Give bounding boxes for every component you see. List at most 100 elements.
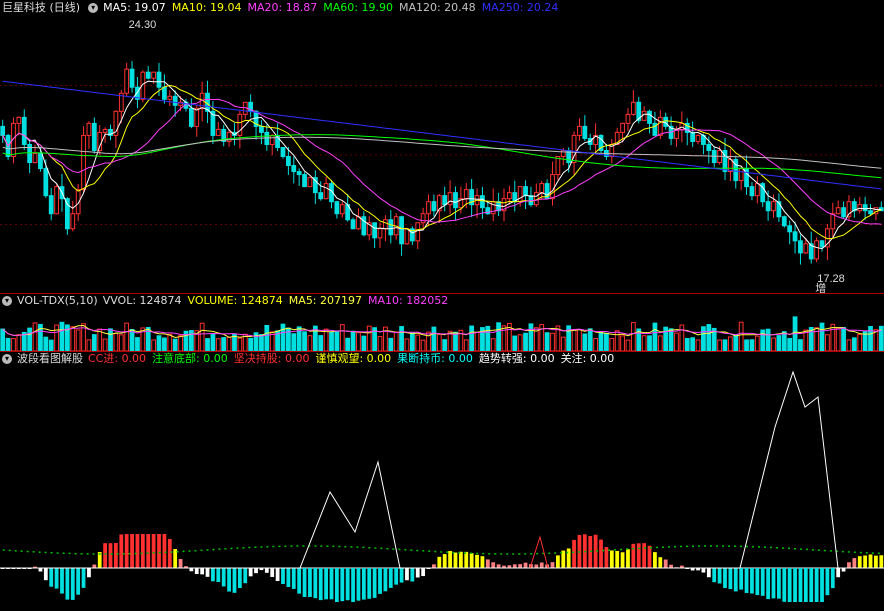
candle-body <box>754 183 760 197</box>
volume-bar <box>517 334 523 351</box>
volume-bar <box>706 324 712 351</box>
stock-title[interactable]: 巨星科技 (日线) <box>2 0 80 16</box>
candle-body <box>285 156 291 167</box>
vol-legend-item-3: MA10: 182052 <box>368 294 449 307</box>
volume-bar <box>781 331 787 351</box>
candle-body <box>269 134 275 145</box>
indicator-bar <box>448 550 452 568</box>
indicator-bar <box>825 568 830 596</box>
volume-bar <box>393 331 399 351</box>
indicator-bar <box>857 556 862 568</box>
volume-bar <box>598 331 604 351</box>
indicator-bar <box>437 556 442 568</box>
indicator-bar <box>453 552 458 568</box>
indicator-bar <box>712 568 717 583</box>
volume-bar <box>727 336 733 351</box>
indicator-bar <box>653 552 657 568</box>
candle-body <box>738 168 744 182</box>
volume-bar <box>86 339 92 351</box>
volume-bar <box>54 324 59 351</box>
candle-body <box>630 101 636 115</box>
volume-bar <box>647 335 652 351</box>
indicator-bar <box>221 568 226 587</box>
volume-bar <box>868 326 873 351</box>
indicator-bar <box>356 568 361 601</box>
volume-bar <box>733 334 739 351</box>
spike-line <box>529 535 549 569</box>
candle-body <box>727 159 733 173</box>
indicator-bar <box>297 568 302 594</box>
indicator-bar <box>760 568 765 596</box>
indicator-bar <box>728 568 733 590</box>
candle-body <box>404 228 410 245</box>
vol-legend-item-1: VOLUME: 124874 <box>187 294 283 307</box>
indicator-bar <box>103 543 107 568</box>
indicator-bar <box>636 543 641 568</box>
volume-bar <box>523 332 528 351</box>
indicator-chart[interactable] <box>0 367 884 611</box>
chevron-down-icon[interactable]: ▾ <box>88 3 99 13</box>
indicator-bar <box>750 568 754 594</box>
volume-bar <box>102 338 108 351</box>
indicator-bar <box>599 539 603 568</box>
indicator-bar <box>194 568 199 574</box>
volume-bar <box>738 321 744 351</box>
volume-bar <box>280 323 286 351</box>
volume-bar <box>377 336 383 351</box>
candle-body <box>16 116 22 124</box>
candle-body <box>388 219 394 236</box>
indicator-bar <box>793 568 797 602</box>
candle-body <box>70 213 76 230</box>
volume-bar <box>215 338 221 351</box>
candle-body <box>291 165 297 173</box>
indicator-bar <box>771 568 776 599</box>
signal-dots <box>2 545 882 555</box>
candle-body <box>550 174 555 200</box>
volume-chart[interactable] <box>0 309 884 351</box>
volume-bar <box>544 332 550 351</box>
indicator-bar <box>798 568 803 602</box>
indicator-bar <box>383 568 388 592</box>
candle-body <box>81 134 86 191</box>
volume-bar <box>587 328 593 351</box>
volume-bar <box>91 334 97 351</box>
candle-body <box>415 222 421 242</box>
candle-body <box>830 213 836 230</box>
candle-body <box>506 192 512 200</box>
indicator-bar <box>87 568 91 578</box>
indicator-bar <box>615 550 620 568</box>
indicator-bar <box>852 558 857 568</box>
indicator-bar <box>135 534 140 568</box>
volume-bar <box>248 337 254 351</box>
candle-body <box>215 128 221 136</box>
indicator-bar <box>814 568 819 602</box>
candle-body <box>577 125 582 136</box>
candle-body <box>771 201 776 212</box>
volume-bar <box>641 335 647 351</box>
indicator-bar <box>211 568 215 582</box>
candle-body <box>857 204 863 212</box>
volume-bar <box>259 334 264 351</box>
chevron-down-icon[interactable]: ▾ <box>2 354 12 364</box>
indicator-bar <box>281 568 285 584</box>
volume-bar <box>630 322 636 351</box>
candle-body <box>814 240 820 260</box>
volume-bar <box>221 337 227 351</box>
indicator-bar <box>701 568 706 573</box>
chevron-down-icon[interactable]: ▾ <box>2 296 12 306</box>
price-chart[interactable]: 24.3017.28增 <box>0 16 884 294</box>
candle-body <box>334 201 340 215</box>
volume-bar <box>205 338 210 351</box>
indicator-bar <box>167 539 172 568</box>
volume-bar <box>350 330 356 351</box>
indicator-bar <box>345 568 350 601</box>
volume-bar <box>582 333 588 351</box>
vol-ma5-line <box>2 325 882 338</box>
volume-bar <box>674 332 679 351</box>
candle-body <box>620 122 625 133</box>
indicator-bar <box>291 568 296 589</box>
volume-bar <box>307 335 313 351</box>
indicator-bar <box>162 534 167 568</box>
candle-body <box>156 71 162 88</box>
indicator-bar <box>432 564 436 568</box>
